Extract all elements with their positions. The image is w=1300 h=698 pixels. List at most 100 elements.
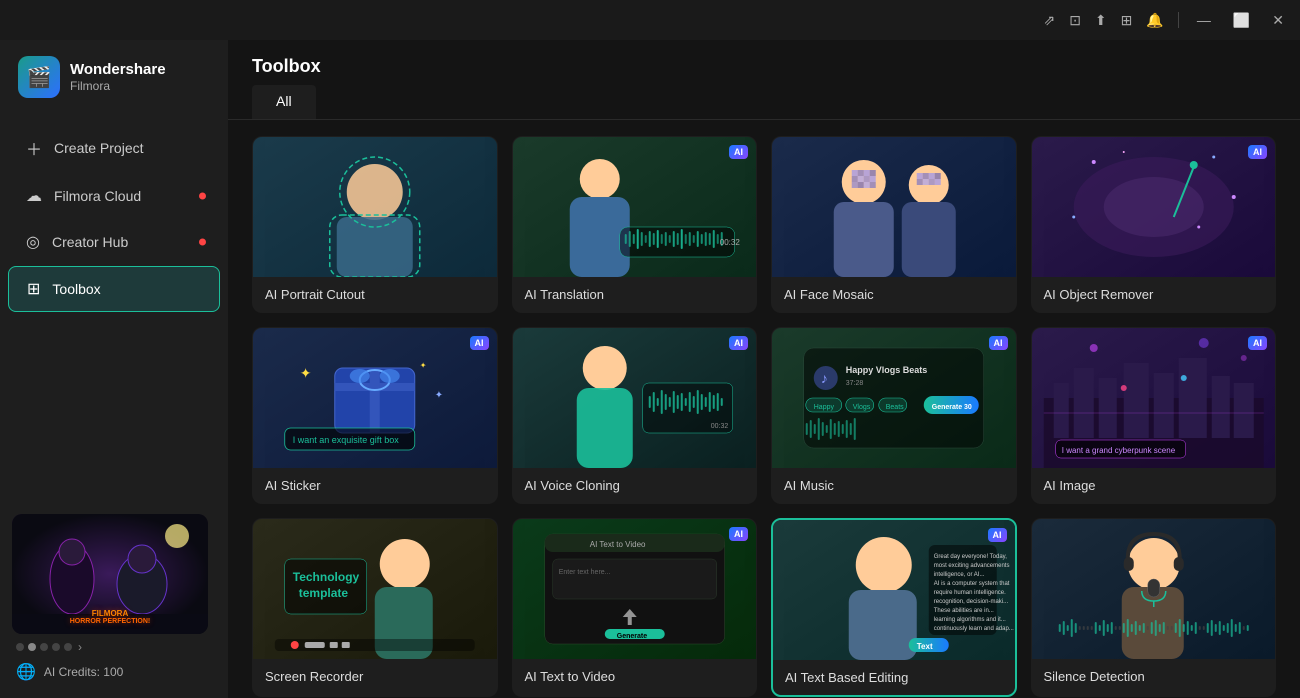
svg-text:✦: ✦ (300, 365, 312, 381)
credits-label: AI Credits: 100 (44, 665, 123, 679)
dot-3 (40, 643, 48, 651)
card-thumbnail: 00:32 AI (513, 328, 757, 468)
scroll-next-arrow[interactable]: › (78, 640, 82, 654)
dot-4 (52, 643, 60, 651)
card-thumbnail: AI Text to Video Enter text here... Gene… (513, 519, 757, 659)
ai-badge: AI (729, 336, 748, 350)
toolbox-icon: ⊞ (27, 279, 40, 299)
main-content: Toolbox All (228, 40, 1300, 698)
sidebar-navigation: ＋ Create Project ☁ Filmora Cloud ◎ Creat… (0, 114, 228, 502)
card-thumbnail (1032, 519, 1276, 659)
svg-text:learning algorithms and it...: learning algorithms and it... (934, 617, 1006, 623)
sidebar-item-label: Create Project (54, 140, 143, 156)
creator-hub-icon: ◎ (26, 232, 40, 252)
svg-text:✦: ✦ (435, 390, 443, 401)
ai-badge: AI (989, 336, 1008, 350)
logo-subname: Filmora (70, 79, 166, 93)
tool-card-ai-text-to-video[interactable]: AI Text to Video Enter text here... Gene… (512, 518, 758, 697)
svg-text:Text: Text (917, 642, 933, 651)
dot-5 (64, 643, 72, 651)
upload-icon[interactable]: ⬆ (1095, 12, 1107, 29)
card-label: AI Text to Video (513, 659, 757, 694)
notification-dot (199, 193, 206, 200)
thumbnail-art: FILMORA HORROR PERFECTION! (12, 514, 208, 634)
tool-card-silence-detection[interactable]: Silence Detection (1031, 518, 1277, 697)
card-label: AI Face Mosaic (772, 277, 1016, 312)
tool-card-ai-voice-cloning[interactable]: 00:32 AI AI Voice Cloning (512, 327, 758, 504)
svg-text:Great day everyone! Today,: Great day everyone! Today, (934, 554, 1007, 560)
tool-card-ai-text-based-editing[interactable]: Great day everyone! Today, most exciting… (771, 518, 1017, 697)
card-label: AI Portrait Cutout (253, 277, 497, 312)
sidebar-item-label: Creator Hub (52, 234, 128, 250)
svg-text:continuously learn and adap...: continuously learn and adap... (934, 626, 1014, 632)
device-icon[interactable]: ⊡ (1069, 12, 1081, 29)
card-label: AI Sticker (253, 468, 497, 503)
tool-card-screen-recorder[interactable]: Technology template Screen Record (252, 518, 498, 697)
ai-badge: AI (470, 336, 489, 350)
card-thumbnail: Great day everyone! Today, most exciting… (773, 520, 1015, 660)
card-label: AI Voice Cloning (513, 468, 757, 503)
dot-1 (16, 643, 24, 651)
card-thumbnail: I want a grand cyberpunk scene AI (1032, 328, 1276, 468)
minimize-button[interactable]: — (1193, 10, 1215, 30)
card-label: Screen Recorder (253, 659, 497, 694)
close-button[interactable]: ✕ (1268, 10, 1288, 31)
page-title: Toolbox (228, 40, 1300, 85)
grid-icon[interactable]: ⊞ (1121, 12, 1133, 29)
svg-text:00:32: 00:32 (719, 238, 740, 247)
card-label: AI Translation (513, 277, 757, 312)
ai-badge: AI (729, 145, 748, 159)
app-logo: 🎬 Wondershare Filmora (0, 40, 228, 114)
titlebar-separator (1178, 12, 1179, 28)
sidebar-item-creator-hub[interactable]: ◎ Creator Hub (8, 220, 220, 264)
tool-card-ai-translation[interactable]: 00:32 AI AI Translation (512, 136, 758, 313)
card-thumbnail: ✦ ✦ ✦ I want an exquisite gift box AI (253, 328, 497, 468)
svg-text:AI Text to Video: AI Text to Video (589, 540, 645, 549)
logo-icon: 🎬 (18, 56, 60, 98)
maximize-button[interactable]: ⬜ (1229, 10, 1254, 31)
svg-text:AI is a computer system that: AI is a computer system that (934, 581, 1010, 587)
svg-text:template: template (299, 586, 349, 600)
svg-text:Generate 30: Generate 30 (932, 404, 972, 411)
ai-credits-bar: 🌐 AI Credits: 100 (12, 654, 216, 686)
tool-card-ai-face-mosaic[interactable]: AI Face Mosaic (771, 136, 1017, 313)
bell-icon[interactable]: 🔔 (1146, 12, 1163, 29)
card-thumbnail (253, 137, 497, 277)
svg-text:I want an exquisite gift box: I want an exquisite gift box (293, 435, 400, 445)
svg-text:Technology: Technology (293, 570, 360, 584)
ai-badge: AI (1248, 145, 1267, 159)
share-icon[interactable]: ⇗ (1043, 12, 1055, 29)
sidebar-item-create-project[interactable]: ＋ Create Project (8, 124, 220, 172)
svg-text:Vlogs: Vlogs (853, 404, 871, 411)
tool-card-ai-object-remover[interactable]: AI AI Object Remover (1031, 136, 1277, 313)
card-label: Silence Detection (1032, 659, 1276, 694)
card-thumbnail: Technology template (253, 519, 497, 659)
tool-card-ai-sticker[interactable]: ✦ ✦ ✦ I want an exquisite gift box AI AI… (252, 327, 498, 504)
titlebar: ⇗ ⊡ ⬆ ⊞ 🔔 — ⬜ ✕ (0, 0, 1300, 40)
svg-text:✦: ✦ (420, 361, 427, 370)
svg-text:require human intelligence.: require human intelligence. (934, 590, 1006, 596)
featured-thumbnail[interactable]: FILMORA HORROR PERFECTION! (12, 514, 208, 634)
sidebar-item-label: Filmora Cloud (54, 188, 141, 204)
svg-text:most exciting advancements: most exciting advancements (934, 563, 1010, 569)
tab-all[interactable]: All (252, 85, 316, 119)
sidebar-item-label: Toolbox (52, 281, 100, 297)
tool-card-ai-music[interactable]: ♪ Happy Vlogs Beats 37:28 Happy Vlogs (771, 327, 1017, 504)
sidebar-bottom: FILMORA HORROR PERFECTION! › 🌐 AI Credit… (0, 502, 228, 698)
sidebar-item-filmora-cloud[interactable]: ☁ Filmora Cloud (8, 174, 220, 218)
svg-text:These abilities are in...: These abilities are in... (934, 608, 994, 614)
svg-text:I want a grand cyberpunk scene: I want a grand cyberpunk scene (1061, 446, 1175, 455)
card-label: AI Music (772, 468, 1016, 503)
tool-card-ai-portrait-cutout[interactable]: AI Portrait Cutout (252, 136, 498, 313)
sidebar-item-toolbox[interactable]: ⊞ Toolbox (8, 266, 220, 312)
svg-text:Happy: Happy (814, 404, 835, 411)
svg-text:37:28: 37:28 (846, 380, 864, 387)
card-thumbnail (772, 137, 1016, 277)
thumbnail-text: FILMORA HORROR PERFECTION! (12, 604, 208, 632)
tool-card-ai-image[interactable]: I want a grand cyberpunk scene AI AI Ima… (1031, 327, 1277, 504)
create-project-icon: ＋ (26, 136, 42, 160)
logo-name: Wondershare (70, 61, 166, 79)
ai-badge: AI (1248, 336, 1267, 350)
sidebar: 🎬 Wondershare Filmora ＋ Create Project ☁… (0, 40, 228, 698)
ai-badge: AI (988, 528, 1007, 542)
